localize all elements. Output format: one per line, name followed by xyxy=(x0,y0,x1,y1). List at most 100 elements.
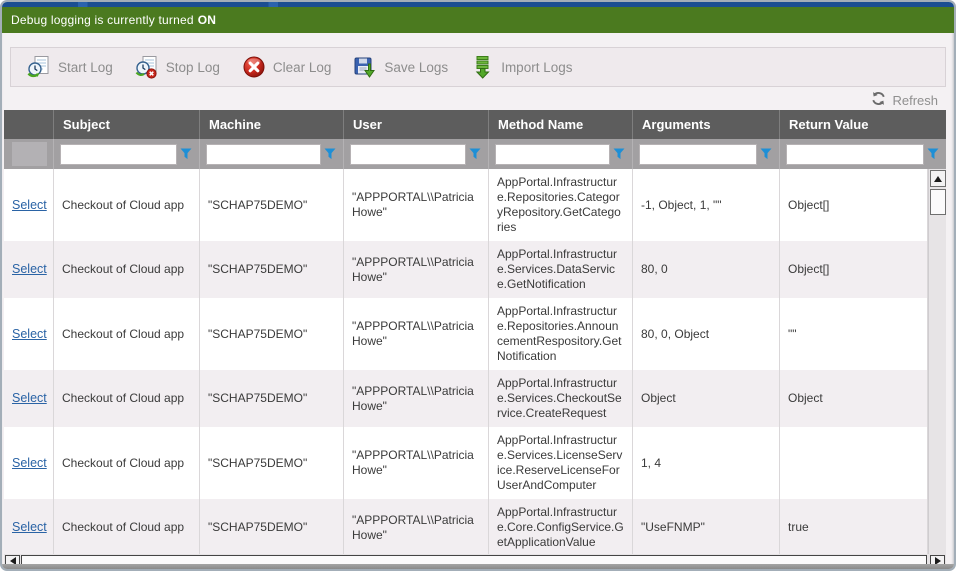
table-row: Select Checkout of Cloud app "SCHAP75DEM… xyxy=(4,427,946,499)
filter-input-user[interactable] xyxy=(350,144,466,165)
user-cell: "APPPORTAL\\PatriciaHowe" xyxy=(344,427,489,499)
machine-cell: "SCHAP75DEMO" xyxy=(200,169,344,241)
header-method-name[interactable]: Method Name xyxy=(489,110,633,139)
clear-log-icon xyxy=(242,55,266,79)
save-logs-icon xyxy=(353,55,377,79)
table-row: Select Checkout of Cloud app "SCHAP75DEM… xyxy=(4,370,946,427)
subject-cell: Checkout of Cloud app xyxy=(54,370,200,427)
machine-cell: "SCHAP75DEMO" xyxy=(200,298,344,370)
filter-input-subject[interactable] xyxy=(60,144,177,165)
select-link[interactable]: Select xyxy=(12,198,47,213)
select-link[interactable]: Select xyxy=(12,456,47,471)
debug-log-window: Debug logging is currently turned ON Sta… xyxy=(0,0,956,571)
filter-funnel-return[interactable] xyxy=(924,144,942,164)
select-link[interactable]: Select xyxy=(12,520,47,535)
header-return-value[interactable]: Return Value xyxy=(780,110,946,139)
header-user[interactable]: User xyxy=(344,110,489,139)
method-name-cell: AppPortal.Infrastructure.Core.ConfigServ… xyxy=(489,499,633,554)
grid-filter-row xyxy=(4,139,946,169)
save-logs-label: Save Logs xyxy=(384,60,448,75)
return-value-cell: "" xyxy=(780,298,928,370)
filter-cell-method xyxy=(489,139,633,169)
arguments-cell: Object xyxy=(633,370,780,427)
select-cell: Select xyxy=(4,499,54,554)
arguments-cell: 80, 0 xyxy=(633,241,780,298)
refresh-label: Refresh xyxy=(892,93,938,108)
filter-input-method[interactable] xyxy=(495,144,610,165)
log-grid: Subject Machine User Method Name Argumen… xyxy=(4,110,946,568)
table-row: Select Checkout of Cloud app "SCHAP75DEM… xyxy=(4,169,946,241)
subject-cell: Checkout of Cloud app xyxy=(54,427,200,499)
up-arrow-icon xyxy=(934,176,942,182)
method-name-cell: AppPortal.Infrastructure.Services.Licens… xyxy=(489,427,633,499)
machine-cell: "SCHAP75DEMO" xyxy=(200,499,344,554)
filter-funnel-arguments[interactable] xyxy=(757,144,775,164)
header-arguments[interactable]: Arguments xyxy=(633,110,780,139)
select-link[interactable]: Select xyxy=(12,327,47,342)
header-machine[interactable]: Machine xyxy=(200,110,344,139)
filter-funnel-method[interactable] xyxy=(610,144,628,164)
header-subject[interactable]: Subject xyxy=(54,110,200,139)
select-cell: Select xyxy=(4,370,54,427)
method-name-cell: AppPortal.Infrastructure.Services.Checko… xyxy=(489,370,633,427)
return-value-cell: Object[] xyxy=(780,241,928,298)
filter-funnel-machine[interactable] xyxy=(321,144,339,164)
select-cell: Select xyxy=(4,241,54,298)
method-name-cell: AppPortal.Infrastructure.Repositories.An… xyxy=(489,298,633,370)
select-cell: Select xyxy=(4,298,54,370)
header-select[interactable] xyxy=(4,110,54,139)
stop-log-button[interactable]: Stop Log xyxy=(127,51,234,83)
filter-cell-arguments xyxy=(633,139,780,169)
stop-log-icon xyxy=(135,55,159,79)
refresh-icon xyxy=(871,91,886,109)
start-log-icon xyxy=(27,55,51,79)
filter-funnel-subject[interactable] xyxy=(177,144,195,164)
clear-log-button[interactable]: Clear Log xyxy=(234,51,346,83)
import-logs-icon xyxy=(470,55,494,79)
subject-cell: Checkout of Cloud app xyxy=(54,169,200,241)
banner-text: Debug logging is currently turned xyxy=(11,13,194,27)
arguments-cell: 80, 0, Object xyxy=(633,298,780,370)
select-link[interactable]: Select xyxy=(12,262,47,277)
filter-cell-machine xyxy=(200,139,344,169)
debug-status-banner: Debug logging is currently turned ON xyxy=(2,7,954,33)
machine-cell: "SCHAP75DEMO" xyxy=(200,370,344,427)
filter-cell-subject xyxy=(54,139,200,169)
return-value-cell xyxy=(780,427,928,499)
filter-cell-user xyxy=(344,139,489,169)
select-cell: Select xyxy=(4,169,54,241)
table-body: Select Checkout of Cloud app "SCHAP75DEM… xyxy=(4,169,946,554)
save-logs-button[interactable]: Save Logs xyxy=(345,51,462,83)
import-logs-button[interactable]: Import Logs xyxy=(462,51,586,83)
start-log-button[interactable]: Start Log xyxy=(19,51,127,83)
user-cell: "APPPORTAL\\PatriciaHowe" xyxy=(344,298,489,370)
return-value-cell: Object[] xyxy=(780,169,928,241)
scroll-up-button[interactable] xyxy=(930,170,946,187)
subject-cell: Checkout of Cloud app xyxy=(54,499,200,554)
table-row: Select Checkout of Cloud app "SCHAP75DEM… xyxy=(4,499,946,554)
arguments-cell: "UseFNMP" xyxy=(633,499,780,554)
return-value-cell: true xyxy=(780,499,928,554)
select-cell: Select xyxy=(4,427,54,499)
vertical-scrollbar[interactable] xyxy=(928,169,946,554)
table-row: Select Checkout of Cloud app "SCHAP75DEM… xyxy=(4,241,946,298)
vertical-scroll-thumb[interactable] xyxy=(930,189,946,215)
filter-input-return[interactable] xyxy=(786,144,924,165)
user-cell: "APPPORTAL\\PatriciaHowe" xyxy=(344,370,489,427)
filter-blank xyxy=(12,142,47,166)
select-link[interactable]: Select xyxy=(12,391,47,406)
subject-cell: Checkout of Cloud app xyxy=(54,298,200,370)
start-log-label: Start Log xyxy=(58,60,113,75)
refresh-button[interactable]: Refresh xyxy=(871,91,938,109)
method-name-cell: AppPortal.Infrastructure.Repositories.Ca… xyxy=(489,169,633,241)
grid-header-row: Subject Machine User Method Name Argumen… xyxy=(4,110,946,139)
method-name-cell: AppPortal.Infrastructure.Services.DataSe… xyxy=(489,241,633,298)
filter-input-machine[interactable] xyxy=(206,144,321,165)
arguments-cell: -1, Object, 1, "" xyxy=(633,169,780,241)
banner-status: ON xyxy=(198,13,216,27)
filter-input-arguments[interactable] xyxy=(639,144,757,165)
machine-cell: "SCHAP75DEMO" xyxy=(200,241,344,298)
user-cell: "APPPORTAL\\PatriciaHowe" xyxy=(344,241,489,298)
filter-funnel-user[interactable] xyxy=(466,144,484,164)
import-logs-label: Import Logs xyxy=(501,60,572,75)
